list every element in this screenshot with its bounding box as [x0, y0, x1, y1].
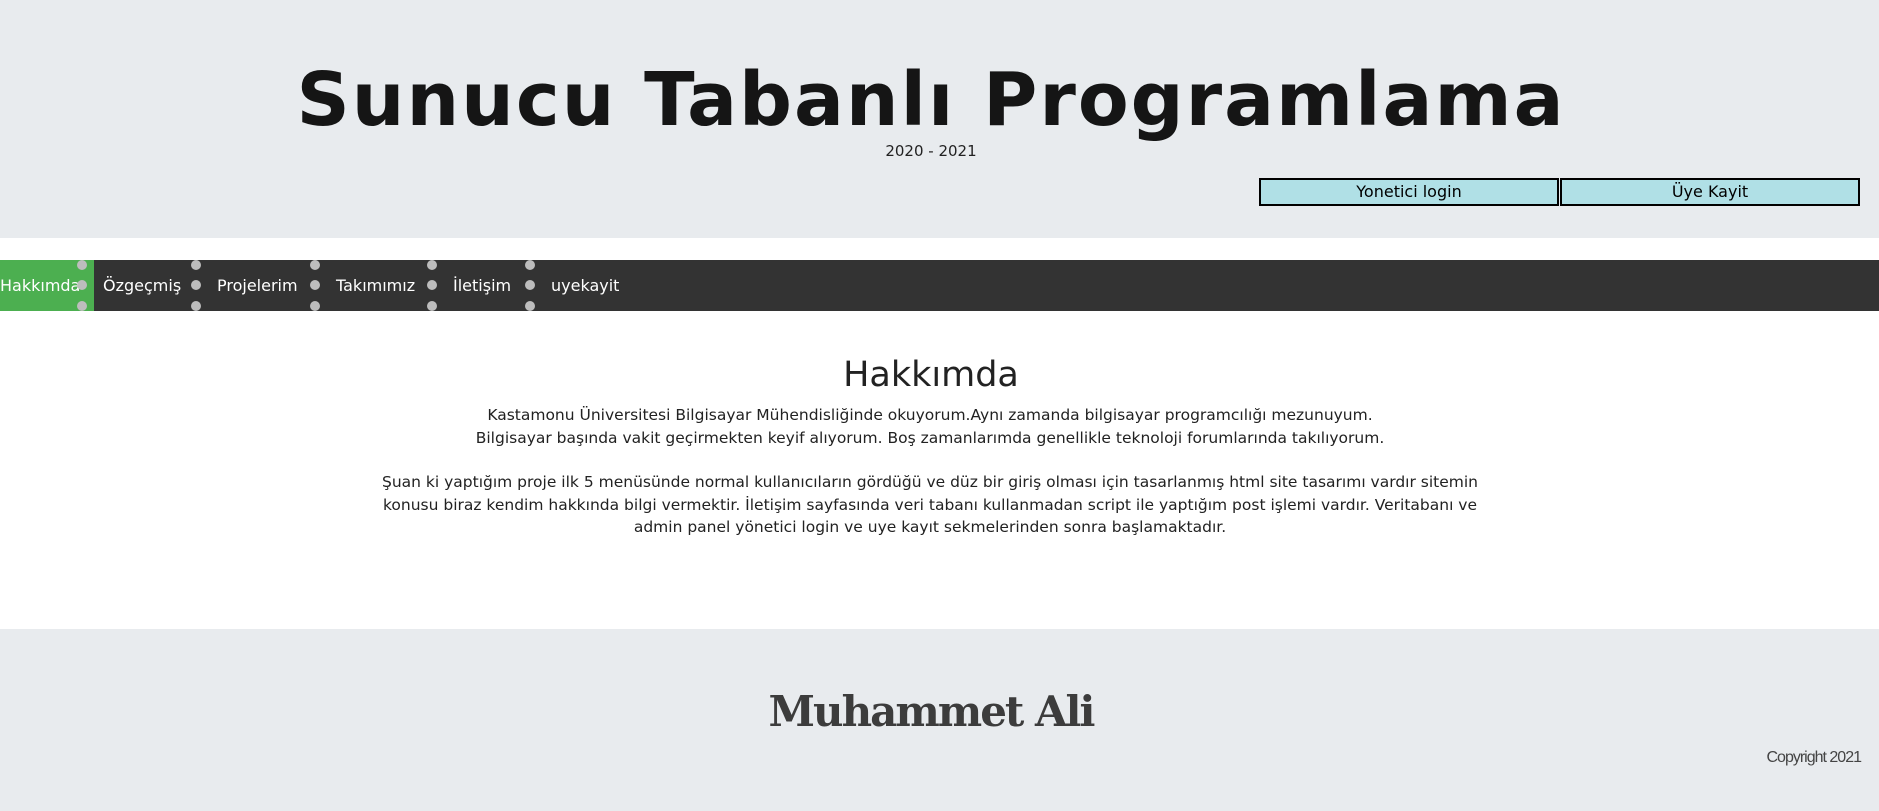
- nav-item-projelerim[interactable]: Projelerim: [217, 260, 298, 311]
- year-range: 2020 - 2021: [885, 142, 977, 160]
- nav-item-label: Projelerim: [217, 276, 298, 295]
- nav-separator: [525, 260, 535, 311]
- nav-item-uyekayit[interactable]: uyekayit: [551, 260, 619, 311]
- nav-item-label: uyekayit: [551, 276, 620, 295]
- nav-item-ozgecmis[interactable]: Özgeçmiş: [103, 260, 181, 311]
- nav-item-takimimiz[interactable]: Takımımız: [336, 260, 415, 311]
- nav-item-label: Takımımız: [336, 276, 416, 295]
- nav-item-label: Hakkımda: [0, 276, 81, 295]
- nav-separator: [191, 260, 201, 311]
- about-intro-line-2: Bilgisayar başında vakit geçirmekten key…: [475, 428, 1385, 447]
- author-name: Muhammet Ali: [768, 687, 1096, 736]
- nav-separator: [310, 260, 320, 311]
- site-title: Sunucu Tabanlı Programlama: [296, 57, 1566, 143]
- about-heading: Hakkımda: [843, 355, 1019, 395]
- project-description: Şuan ki yaptığım proje ilk 5 menüsünde n…: [382, 473, 1478, 536]
- nav-item-iletisim[interactable]: İletişim: [453, 260, 511, 311]
- main-nav: Hakkımda Özgeçmiş Projelerim Takımımız İ…: [0, 260, 1879, 311]
- nav-item-label: Özgeçmiş: [103, 276, 182, 295]
- register-button[interactable]: Üye Kayit: [1560, 178, 1860, 206]
- about-intro: Kastamonu Üniversitesi Bilgisayar Mühend…: [380, 404, 1480, 449]
- nav-separator: [427, 260, 437, 311]
- nav-item-label: İletişim: [453, 276, 512, 295]
- page-header: Sunucu Tabanlı Programlama 2020 - 2021 Y…: [0, 0, 1879, 238]
- page-footer: Muhammet Ali Copyright 2021: [0, 629, 1879, 811]
- copyright-text: Copyright 2021: [1766, 749, 1862, 766]
- nav-separator: [77, 260, 87, 311]
- about-intro-line-1: Kastamonu Üniversitesi Bilgisayar Mühend…: [487, 406, 1373, 424]
- admin-login-button[interactable]: Yonetici login: [1259, 178, 1559, 206]
